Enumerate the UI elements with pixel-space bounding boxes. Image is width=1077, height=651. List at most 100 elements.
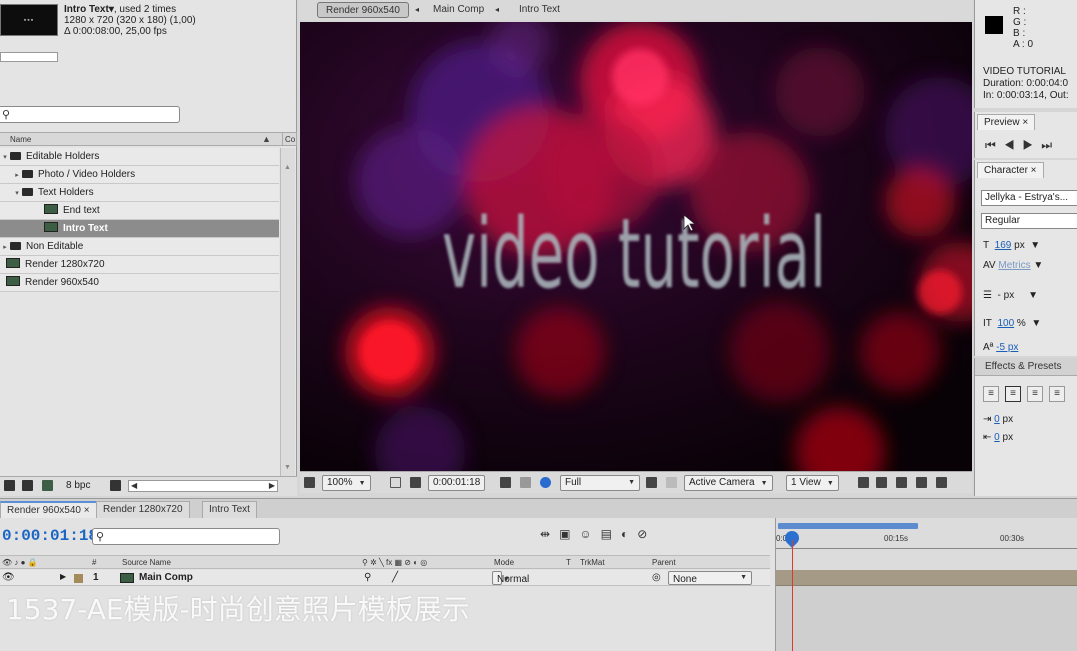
composition-mini-flowchart-icon[interactable]: ⇹ <box>540 527 559 541</box>
align-center-icon[interactable]: ≡ <box>1005 386 1021 402</box>
breadcrumb-render-960[interactable]: Render 960x540 <box>317 2 409 18</box>
viewer-timecode[interactable]: 0:00:01:18 <box>428 475 486 491</box>
graph-editor-icon[interactable]: ⊘ <box>637 527 656 541</box>
layer-track-area[interactable] <box>775 570 1077 651</box>
scroll-up-icon[interactable]: ▲ <box>284 164 291 171</box>
dropdown-icon[interactable]: ▼ <box>1033 260 1043 271</box>
project-row-non-editable[interactable]: ▸ Non Editable <box>0 238 279 256</box>
trash-icon[interactable] <box>110 480 121 491</box>
always-preview-icon[interactable] <box>304 477 315 488</box>
layer-row[interactable]: 👁 ▶ 1 Main Comp ⚲ ╱ Normal ▼ ◎ None ▼ <box>0 570 770 586</box>
twirl-icon[interactable]: ▸ <box>0 239 10 257</box>
column-source-name[interactable]: Source Name <box>122 558 171 567</box>
prev-frame-icon[interactable]: ◀ <box>1004 138 1023 152</box>
av-switches-icon[interactable]: 👁 ♪ ● 🔒 <box>2 558 38 567</box>
twirl-icon[interactable]: ▾ <box>12 185 22 203</box>
breadcrumb-main-comp[interactable]: Main Comp <box>433 2 484 18</box>
project-column-header[interactable]: Name ▲ <box>0 132 282 146</box>
column-comment-header[interactable]: Co <box>282 132 297 146</box>
tab-preview[interactable]: Preview × <box>977 114 1036 130</box>
project-row-editable-holders[interactable]: ▾ Editable Holders <box>0 148 279 166</box>
baseline-value[interactable]: -5 px <box>996 342 1018 353</box>
layer-name[interactable]: Main Comp <box>139 572 193 583</box>
camera-select[interactable]: Active Camera ▼ <box>684 475 773 491</box>
view-layout-select[interactable]: 1 View ▼ <box>786 475 839 491</box>
collapse-transform-icon[interactable]: ⚲ <box>364 572 371 583</box>
layer-parent-select[interactable]: None ▼ <box>668 571 752 585</box>
font-style-select[interactable]: Regular <box>981 213 1077 229</box>
first-frame-icon[interactable]: ⏮ <box>985 138 1004 152</box>
show-snapshot-icon[interactable] <box>520 477 531 488</box>
tab-render-960[interactable]: Render 960x540 × <box>0 501 97 518</box>
next-frame-icon[interactable]: ⏭ <box>1041 138 1060 152</box>
draft-3d-icon[interactable]: ▣ <box>559 527 579 541</box>
sort-up-icon[interactable]: ▲ <box>262 134 271 144</box>
layer-switches-icons[interactable]: ⚲ ✲ ╲ fx ▦ ⊘ ◐ ◎ <box>362 558 427 567</box>
quality-icon[interactable]: ╱ <box>392 572 398 583</box>
pickwhip-icon[interactable]: ◎ <box>652 572 661 583</box>
column-mode[interactable]: Mode <box>494 558 514 567</box>
tab-effects-presets[interactable]: Effects & Presets <box>975 358 1077 376</box>
kerning-value[interactable]: Metrics <box>998 260 1030 271</box>
align-right-icon[interactable]: ≡ <box>1027 386 1043 402</box>
justify-icon[interactable]: ≡ <box>1049 386 1065 402</box>
time-ruler[interactable]: 0:00 00:15s 00:30s <box>775 518 1077 570</box>
fast-previews-icon[interactable] <box>876 477 887 488</box>
snapshot-icon[interactable] <box>500 477 511 488</box>
resolution-select[interactable]: Full ▼ <box>560 475 640 491</box>
zoom-select[interactable]: 100% ▼ <box>322 475 371 491</box>
interpret-footage-icon[interactable] <box>4 480 15 491</box>
column-trkmat[interactable]: TrkMat <box>580 558 605 567</box>
project-row-render-1280[interactable]: Render 1280x720 <box>0 256 279 274</box>
scroll-down-icon[interactable]: ▼ <box>284 464 291 471</box>
work-area-bar[interactable] <box>778 523 918 529</box>
dropdown-icon[interactable]: ▼ <box>1031 318 1041 329</box>
label-color-icon[interactable] <box>74 574 83 583</box>
twirl-icon[interactable]: ▶ <box>60 572 66 581</box>
item-name[interactable]: Intro Text▾ <box>64 4 114 15</box>
region-of-interest-icon[interactable] <box>646 477 657 488</box>
transparency-grid-icon[interactable] <box>666 477 677 488</box>
safe-margins-icon[interactable] <box>390 477 401 488</box>
layer-duration-bar[interactable] <box>776 570 1077 586</box>
align-left-icon[interactable]: ≡ <box>983 386 999 402</box>
scroll-right-icon[interactable]: ▶ <box>269 481 275 490</box>
project-row-photo-video-holders[interactable]: ▸ Photo / Video Holders <box>0 166 279 184</box>
leading-value[interactable]: - px <box>998 290 1015 301</box>
tab-character[interactable]: Character × <box>977 162 1044 178</box>
bit-depth-label[interactable]: 8 bpc <box>66 480 90 491</box>
motion-blur-icon[interactable]: ◐ <box>621 527 637 541</box>
project-row-end-text[interactable]: End text <box>0 202 279 220</box>
channel-icon[interactable] <box>540 477 551 488</box>
frame-blending-icon[interactable]: ▤ <box>601 527 621 541</box>
twirl-icon[interactable]: ▾ <box>0 149 10 167</box>
composition-viewer[interactable]: video tutorial <box>300 22 972 471</box>
hide-shy-layers-icon[interactable]: ☺ <box>579 527 600 541</box>
toggle-pixel-icon[interactable] <box>858 477 869 488</box>
font-family-select[interactable]: Jellyka - Estrya's... <box>981 190 1077 206</box>
timeline-search-input[interactable]: ⚲ <box>92 528 280 545</box>
project-scrollbar[interactable]: ▲ ▼ <box>280 148 295 476</box>
column-name-label[interactable]: Name <box>10 135 31 144</box>
eye-icon[interactable]: 👁 <box>2 572 15 583</box>
new-composition-icon[interactable] <box>42 480 53 491</box>
timeline-icon[interactable] <box>896 477 907 488</box>
project-row-text-holders[interactable]: ▾ Text Holders <box>0 184 279 202</box>
flowchart-icon[interactable] <box>916 477 927 488</box>
breadcrumb-intro-text[interactable]: Intro Text <box>519 2 560 18</box>
project-row-render-960[interactable]: Render 960x540 <box>0 274 279 292</box>
tab-render-1280[interactable]: Render 1280x720 <box>96 501 190 518</box>
timeline-timecode[interactable]: 0:00:01:18 <box>2 527 98 545</box>
dropdown-icon[interactable]: ▼ <box>1028 290 1038 301</box>
current-time-line[interactable] <box>792 540 793 651</box>
project-hscroll[interactable]: ◀ ▶ <box>128 480 278 492</box>
play-icon[interactable]: ▶ <box>1023 138 1042 152</box>
font-size-value[interactable]: 169 <box>995 240 1012 251</box>
dropdown-icon[interactable]: ▼ <box>1030 240 1040 251</box>
reset-exposure-icon[interactable] <box>936 477 947 488</box>
project-row-intro-text[interactable]: Intro Text <box>0 220 279 238</box>
layer-mode-select[interactable]: Normal ▼ <box>492 571 529 585</box>
column-parent[interactable]: Parent <box>652 558 676 567</box>
scroll-left-icon[interactable]: ◀ <box>131 481 137 490</box>
mask-visibility-icon[interactable] <box>410 477 421 488</box>
